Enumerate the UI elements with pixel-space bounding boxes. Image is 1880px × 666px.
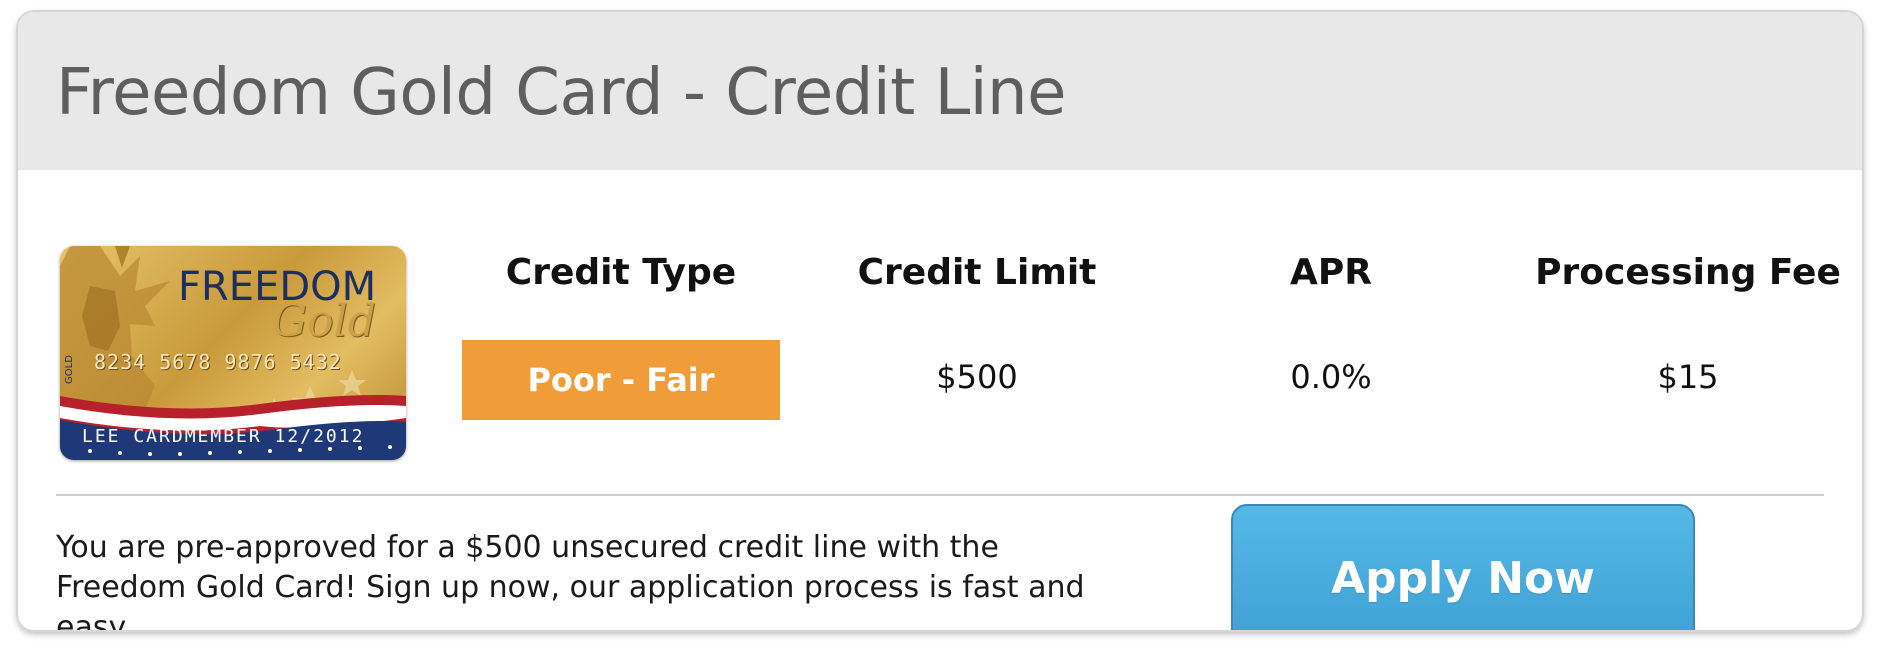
- offer-panel: Freedom Gold Card - Credit Line FREEDOM …: [18, 12, 1862, 630]
- apply-now-button[interactable]: Apply Now: [1231, 504, 1695, 630]
- offer-header: Freedom Gold Card - Credit Line: [18, 12, 1862, 170]
- card-sub-brand: Gold: [272, 296, 376, 347]
- divider: [56, 494, 1824, 496]
- apr-heading: APR: [1290, 252, 1372, 293]
- credit-card-image: FREEDOM Gold 8234 5678 9876 5432 GOLD Me…: [60, 246, 406, 460]
- card-number: 8234 5678 9876 5432: [94, 350, 342, 374]
- processing-fee-value: $15: [1657, 358, 1719, 396]
- credit-type-badge: Poor - Fair: [462, 340, 780, 420]
- card-holder: LEE CARDMEMBER 12/2012: [82, 426, 365, 447]
- offer-description: You are pre-approved for a $500 unsecure…: [56, 530, 1085, 630]
- credit-limit-heading: Credit Limit: [857, 252, 1097, 293]
- credit-limit-value: $500: [936, 358, 1018, 396]
- card-side-mark: GOLD: [64, 355, 75, 384]
- processing-fee-heading: Processing Fee: [1535, 252, 1841, 293]
- credit-type-heading: Credit Type: [505, 252, 737, 293]
- apr-value: 0.0%: [1290, 358, 1372, 396]
- card-member-since: Member Since: [322, 414, 374, 423]
- offer-title: Freedom Gold Card - Credit Line: [56, 56, 1066, 130]
